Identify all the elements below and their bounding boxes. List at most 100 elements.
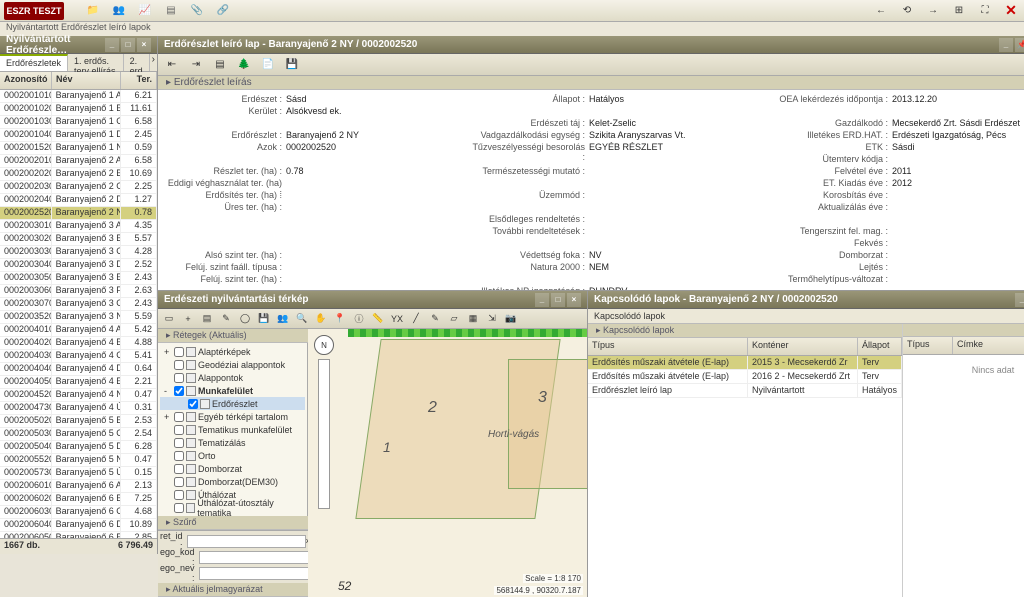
close-panel-icon[interactable]: ×: [137, 38, 151, 52]
related-row[interactable]: Erdősítés műszaki átvétele (E-lap)2016 2…: [588, 370, 902, 384]
table-row[interactable]: 0002003050Baranyajenő 3 E2.43: [0, 272, 157, 285]
grid-body[interactable]: 0002001010Baranyajenő 1 A6.210002001020B…: [0, 90, 157, 538]
m-add-icon[interactable]: +: [179, 311, 197, 327]
table-row[interactable]: 0002005020Baranyajenő 5 B2.53: [0, 415, 157, 428]
doc-icon[interactable]: ▤: [162, 2, 180, 20]
doc2-icon[interactable]: 📄: [258, 56, 278, 74]
refresh-icon[interactable]: ⟲: [898, 2, 916, 20]
rcol-type[interactable]: Típus: [588, 338, 748, 355]
map-min-icon[interactable]: _: [535, 293, 549, 307]
m-yx-icon[interactable]: YX: [388, 311, 406, 327]
m-layers-icon[interactable]: ▤: [198, 311, 216, 327]
col-header-ter[interactable]: Ter.: [121, 72, 157, 89]
layer-item[interactable]: -Munkafelület: [160, 384, 305, 397]
table-row[interactable]: 0002004520Baranyajenő 4 NY0.47: [0, 389, 157, 402]
m-zoom-icon[interactable]: 🔍: [293, 311, 311, 327]
table-row[interactable]: 0002002040Baranyajenő 2 D1.27: [0, 194, 157, 207]
layer-item[interactable]: Domborzat(DEM30): [160, 475, 305, 488]
table-row[interactable]: 0002006010Baranyajenő 6 A2.13: [0, 480, 157, 493]
m-grid-icon[interactable]: ▦: [464, 311, 482, 327]
related-row[interactable]: Erdősítés műszaki átvétele (E-lap)2015 3…: [588, 356, 902, 370]
detail-pin-icon[interactable]: 📌: [1015, 38, 1024, 52]
zoom-slider[interactable]: [318, 359, 330, 509]
tab-erdoreszletek[interactable]: Erdőrészletek: [0, 54, 68, 71]
layer-item[interactable]: Orto: [160, 449, 305, 462]
m-info-icon[interactable]: ⓘ: [350, 311, 368, 327]
table-row[interactable]: 0002003060Baranyajenő 3 F2.63: [0, 285, 157, 298]
filter-input[interactable]: [199, 551, 318, 564]
m-draw-icon[interactable]: ✎: [426, 311, 444, 327]
table-row[interactable]: 0002004730Baranyajenő 4 ÚT0.31: [0, 402, 157, 415]
table-row[interactable]: 0002001010Baranyajenő 1 A6.21: [0, 90, 157, 103]
m-edit-icon[interactable]: ✎: [217, 311, 235, 327]
prev-icon[interactable]: ←: [872, 2, 890, 20]
table-row[interactable]: 0002005040Baranyajenő 5 D6.28: [0, 441, 157, 454]
layer-item[interactable]: Tematizálás: [160, 436, 305, 449]
table-row[interactable]: 0002004030Baranyajenő 4 C5.41: [0, 350, 157, 363]
layer-item[interactable]: +Egyéb térképi tartalom: [160, 410, 305, 423]
rel-min-icon[interactable]: _: [1015, 293, 1024, 307]
table-row[interactable]: 0002001020Baranyajenő 1 B11.61: [0, 103, 157, 116]
table-row[interactable]: 0002003020Baranyajenő 3 B5.57: [0, 233, 157, 246]
nav-first-icon[interactable]: ⇤: [162, 56, 182, 74]
table-row[interactable]: 0002002520Baranyajenő 2 NY0.78: [0, 207, 157, 220]
layer-item[interactable]: Geodéziai alappontok: [160, 358, 305, 371]
m-pin-icon[interactable]: 📍: [331, 311, 349, 327]
table-row[interactable]: 0002005520Baranyajenő 5 NY0.47: [0, 454, 157, 467]
table-row[interactable]: 0002004020Baranyajenő 4 B4.88: [0, 337, 157, 350]
layer-item[interactable]: Erdőrészlet: [160, 397, 305, 410]
lcol-label[interactable]: Címke: [953, 337, 1024, 354]
layer-item[interactable]: Tematikus munkafelület: [160, 423, 305, 436]
m-slash-icon[interactable]: ╱: [407, 311, 425, 327]
m-measure-icon[interactable]: 📏: [369, 311, 387, 327]
link-icon[interactable]: 🔗: [214, 2, 232, 20]
filter-input[interactable]: [187, 535, 306, 548]
m-group-icon[interactable]: 👥: [274, 311, 292, 327]
table-row[interactable]: 0002001520Baranyajenő 1 NY0.59: [0, 142, 157, 155]
table-row[interactable]: 0002003030Baranyajenő 3 C4.28: [0, 246, 157, 259]
table-row[interactable]: 0002004010Baranyajenő 4 A5.42: [0, 324, 157, 337]
map-close-icon[interactable]: ×: [567, 293, 581, 307]
nav-last-icon[interactable]: ⇥: [186, 56, 206, 74]
m-poly-icon[interactable]: ▱: [445, 311, 463, 327]
table-row[interactable]: 0002006020Baranyajenő 6 B7.25: [0, 493, 157, 506]
expand-icon[interactable]: ⛶: [976, 2, 994, 20]
minimize-icon[interactable]: _: [105, 38, 119, 52]
compass-icon[interactable]: N: [314, 335, 334, 355]
map-max-icon[interactable]: □: [551, 293, 565, 307]
table-row[interactable]: 0002005730Baranyajenő 5 ÚT0.15: [0, 467, 157, 480]
m-select-icon[interactable]: ▭: [160, 311, 178, 327]
lcol-type[interactable]: Típus: [903, 337, 953, 354]
rcol-container[interactable]: Konténer: [748, 338, 858, 355]
table-row[interactable]: 0002001030Baranyajenő 1 C6.58: [0, 116, 157, 129]
table-row[interactable]: 0002002020Baranyajenő 2 B10.69: [0, 168, 157, 181]
rcol-status[interactable]: Állapot: [858, 338, 902, 355]
map-canvas[interactable]: N 2 3 1 Horti-vágás 52 Scale = 1:8 170 5…: [308, 329, 587, 597]
table-row[interactable]: 0002003010Baranyajenő 3 A4.35: [0, 220, 157, 233]
parcel-3[interactable]: [508, 359, 587, 489]
m-pan-icon[interactable]: ✋: [312, 311, 330, 327]
m-cam-icon[interactable]: 📷: [502, 311, 520, 327]
folder-icon[interactable]: 📁: [84, 2, 102, 20]
table-row[interactable]: 0002006040Baranyajenő 6 D10.89: [0, 519, 157, 532]
m-save-icon[interactable]: 💾: [255, 311, 273, 327]
layout-icon[interactable]: ⊞: [950, 2, 968, 20]
list-icon[interactable]: ▤: [210, 56, 230, 74]
related-row[interactable]: Erdőrészlet leíró lapNyilvántartottHatál…: [588, 384, 902, 398]
layer-tree[interactable]: +Alaptérképek Geodéziai alappontok Alapp…: [158, 343, 308, 516]
table-row[interactable]: 0002001040Baranyajenő 1 D2.45: [0, 129, 157, 142]
layer-item[interactable]: Alappontok: [160, 371, 305, 384]
close-icon[interactable]: ✕: [1002, 2, 1020, 20]
table-row[interactable]: 0002003040Baranyajenő 3 D2.52: [0, 259, 157, 272]
table-row[interactable]: 0002003520Baranyajenő 3 NY5.59: [0, 311, 157, 324]
table-row[interactable]: 0002003070Baranyajenő 3 G2.43: [0, 298, 157, 311]
table-row[interactable]: 0002004040Baranyajenő 4 D0.64: [0, 363, 157, 376]
col-header-id[interactable]: Azonosító: [0, 72, 52, 89]
tab-scroll-right-icon[interactable]: ›: [150, 54, 157, 71]
filter-input[interactable]: [199, 567, 318, 580]
tab-erdos-terv[interactable]: 1. erdős. terv ellírás: [68, 54, 124, 71]
forest-icon[interactable]: 🌲: [234, 56, 254, 74]
table-row[interactable]: 0002005030Baranyajenő 5 C2.54: [0, 428, 157, 441]
layer-item[interactable]: Domborzat: [160, 462, 305, 475]
tree-icon[interactable]: 👥: [110, 2, 128, 20]
